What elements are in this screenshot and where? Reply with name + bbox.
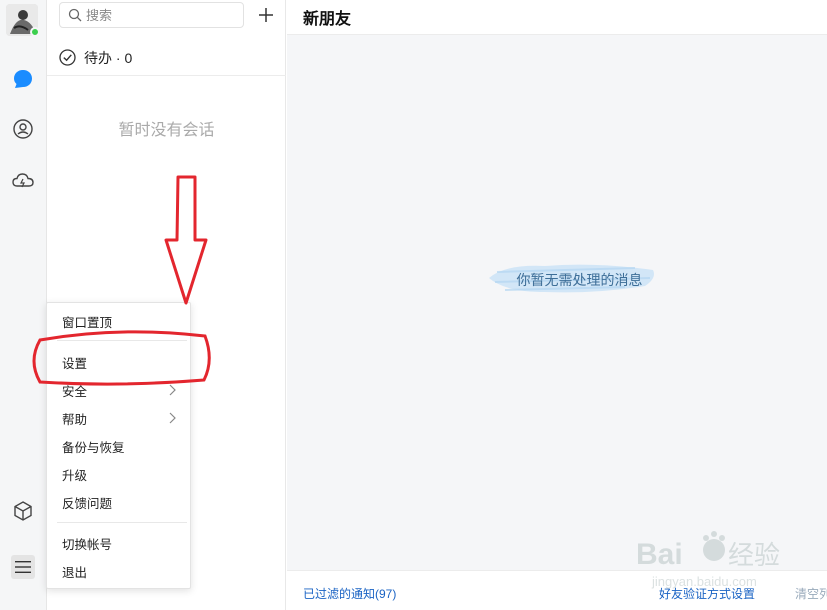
menu-item-upgrade[interactable]: 升级 [47, 461, 192, 487]
contacts-icon[interactable] [11, 117, 35, 141]
search-input[interactable] [86, 7, 236, 23]
search-box[interactable] [59, 2, 244, 28]
menu-item-label: 备份与恢复 [62, 440, 125, 455]
online-status-dot [30, 27, 40, 37]
empty-session-text: 暂时没有会话 [118, 122, 215, 139]
menu-item-label: 设置 [62, 356, 88, 371]
menu-item-label: 窗口置顶 [62, 315, 113, 330]
check-circle-icon [59, 49, 76, 66]
cube-icon[interactable] [11, 499, 35, 523]
todo-row[interactable]: 待办 · 0 [47, 40, 286, 76]
search-icon [68, 8, 82, 22]
main-panel: 新朋友 你暂无需处理的消息 已过滤的通知(97) 好友验证方式设置 清空列表 [287, 0, 827, 610]
svg-text:jingyan.baidu.com: jingyan.baidu.com [651, 574, 757, 589]
menu-divider [57, 522, 187, 523]
menu-divider [57, 340, 187, 341]
cloud-icon[interactable] [11, 168, 35, 192]
plus-icon [259, 8, 273, 22]
menu-item-help[interactable]: 帮助 [47, 405, 192, 431]
menu-item-feedback[interactable]: 反馈问题 [47, 489, 192, 515]
menu-item-security[interactable]: 安全 [47, 377, 192, 403]
clear-list-link[interactable]: 清空列表 [795, 585, 827, 602]
svg-text:经验: 经验 [728, 540, 780, 570]
menu-item-pin-window[interactable]: 窗口置顶 [47, 308, 192, 334]
menu-item-label: 安全 [62, 384, 88, 399]
filtered-notifications-link[interactable]: 已过滤的通知(97) [303, 585, 396, 602]
page-title: 新朋友 [303, 11, 352, 28]
menu-item-label: 反馈问题 [62, 496, 113, 511]
hamburger-menu-icon[interactable] [11, 555, 35, 579]
menu-item-label: 帮助 [62, 412, 88, 427]
menu-item-settings[interactable]: 设置 [47, 349, 192, 375]
menu-item-label: 升级 [62, 468, 88, 483]
chat-bubble-icon[interactable] [11, 67, 35, 91]
menu-item-switch-account[interactable]: 切换帐号 [47, 530, 192, 556]
context-menu: 窗口置顶 设置 安全 帮助 备份与恢复 升级 反馈问题 切换帐号 退出 [46, 302, 191, 589]
menu-item-backup-restore[interactable]: 备份与恢复 [47, 433, 192, 459]
menu-item-exit[interactable]: 退出 [47, 558, 192, 584]
chevron-right-icon [169, 412, 176, 424]
main-header: 新朋友 [287, 0, 827, 35]
left-rail [0, 0, 47, 610]
svg-text:Bai: Bai [636, 538, 683, 571]
chevron-right-icon [169, 384, 176, 396]
add-button[interactable] [254, 3, 278, 27]
menu-item-label: 退出 [62, 565, 88, 580]
menu-item-label: 切换帐号 [62, 537, 113, 552]
baidu-watermark-logo: Bai 经验 jingyan.baidu.com [636, 531, 780, 589]
empty-message: 你暂无需处理的消息 [516, 272, 643, 288]
todo-label: 待办 · 0 [84, 49, 133, 66]
